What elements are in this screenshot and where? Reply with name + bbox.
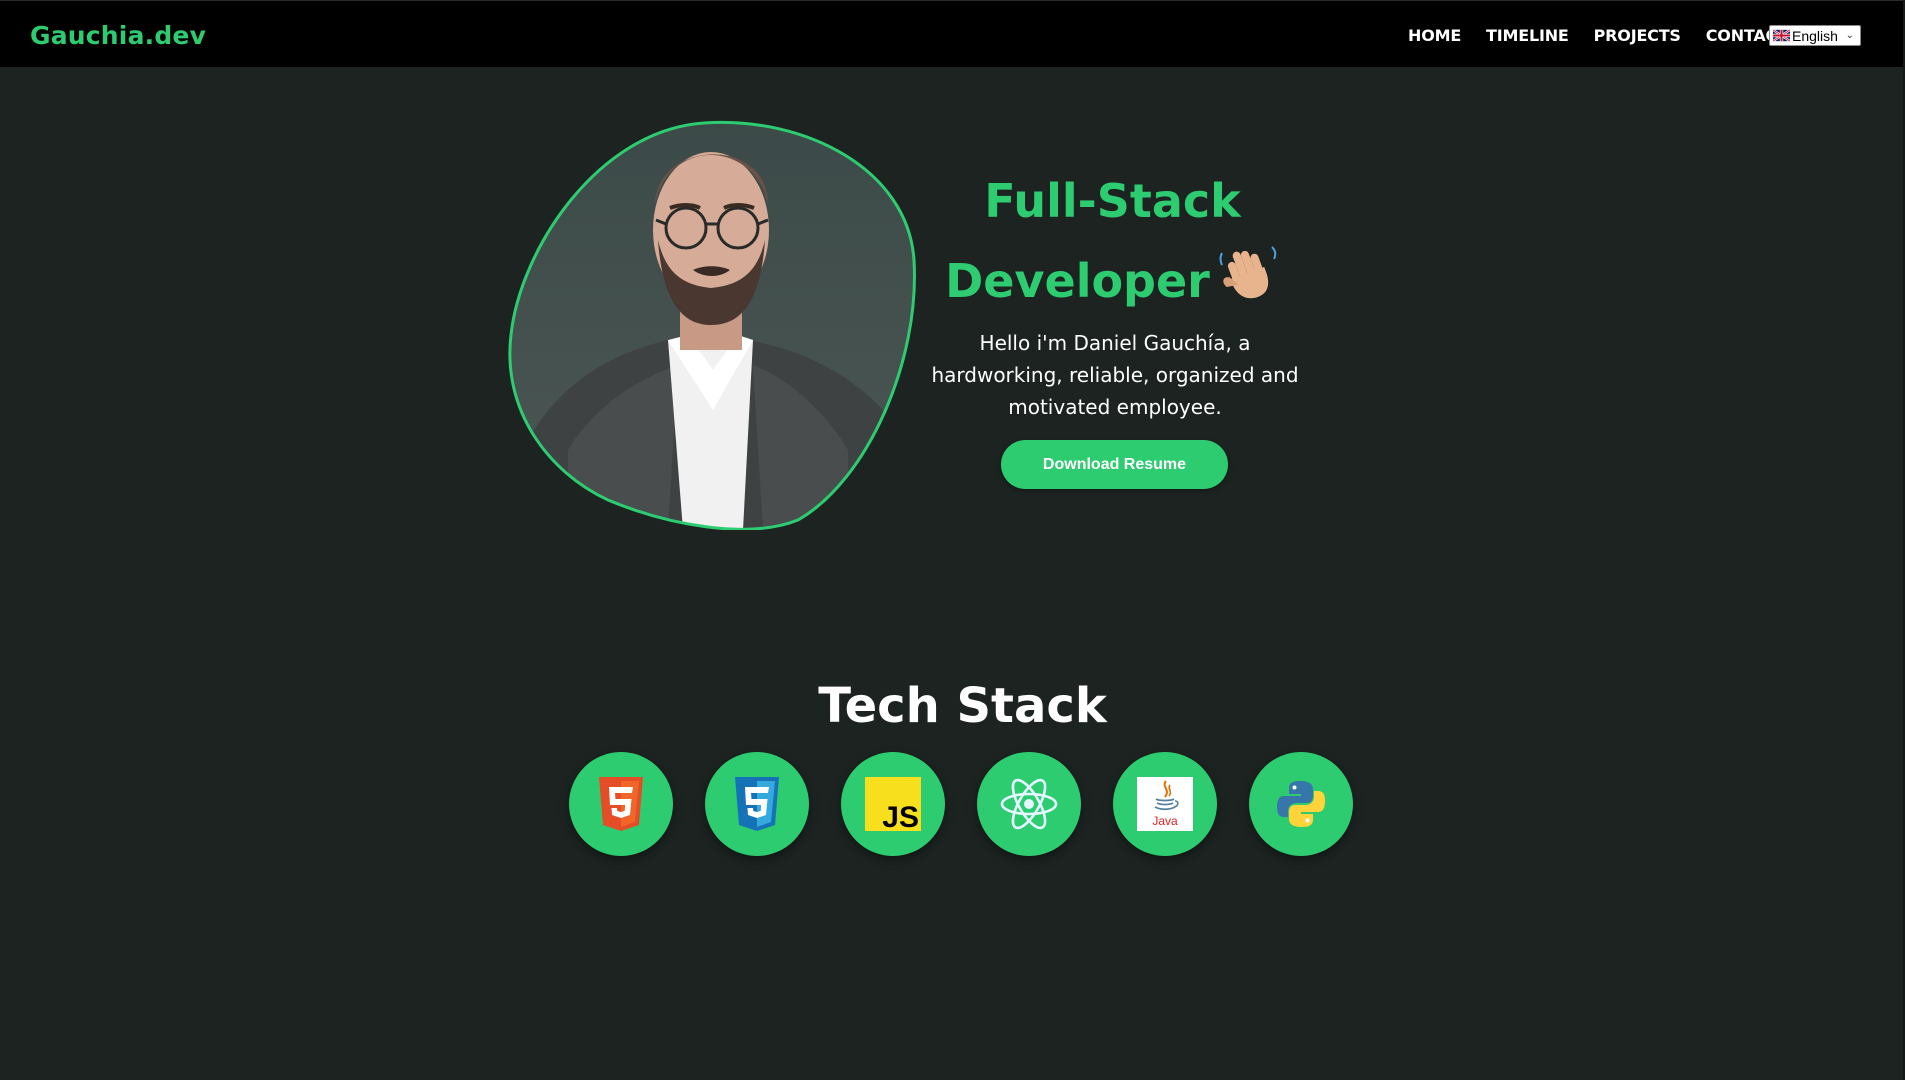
hero-description: Hello i'm Daniel Gauchía, a hardworking,…	[931, 331, 1299, 419]
download-resume-button[interactable]: Download Resume	[1001, 440, 1228, 489]
nav-projects[interactable]: PROJECTS	[1594, 26, 1681, 45]
svg-text:JS: JS	[882, 801, 919, 831]
page: Gauchia.dev HOME TIMELINE PROJECTS CONTA…	[0, 0, 1905, 1080]
hero-title: Full-Stack Developer	[940, 163, 1285, 325]
nav-home[interactable]: HOME	[1408, 26, 1461, 45]
tech-stack-icons: JS Java	[569, 752, 1353, 856]
brand-logo[interactable]: Gauchia.dev	[30, 21, 206, 50]
css3-icon	[735, 777, 779, 831]
nav-timeline[interactable]: TIMELINE	[1486, 26, 1569, 45]
python-icon	[1277, 781, 1325, 827]
hero-title-line2: Developer	[945, 254, 1210, 308]
uk-flag-icon	[1773, 29, 1790, 42]
profile-photo	[508, 120, 916, 530]
tech-item-html	[569, 752, 673, 856]
language-label: English	[1792, 27, 1838, 44]
svg-text:Java: Java	[1152, 814, 1178, 828]
javascript-icon: JS	[865, 777, 921, 831]
hero-title-line1: Full-Stack	[984, 174, 1241, 228]
waving-hand-icon	[1216, 239, 1280, 325]
tech-item-css	[705, 752, 809, 856]
language-select[interactable]: English ⌄	[1769, 25, 1861, 46]
chevron-down-icon: ⌄	[1845, 30, 1854, 41]
tech-item-javascript: JS	[841, 752, 945, 856]
tech-item-java: Java	[1113, 752, 1217, 856]
html5-icon	[599, 777, 643, 831]
tech-item-python	[1249, 752, 1353, 856]
java-icon: Java	[1137, 777, 1193, 831]
react-icon	[1000, 778, 1058, 830]
tech-item-react	[977, 752, 1081, 856]
nav-links: HOME TIMELINE PROJECTS CONTACT	[1408, 26, 1788, 45]
tech-stack-title: Tech Stack	[818, 678, 1107, 734]
navbar: Gauchia.dev HOME TIMELINE PROJECTS CONTA…	[0, 0, 1905, 67]
